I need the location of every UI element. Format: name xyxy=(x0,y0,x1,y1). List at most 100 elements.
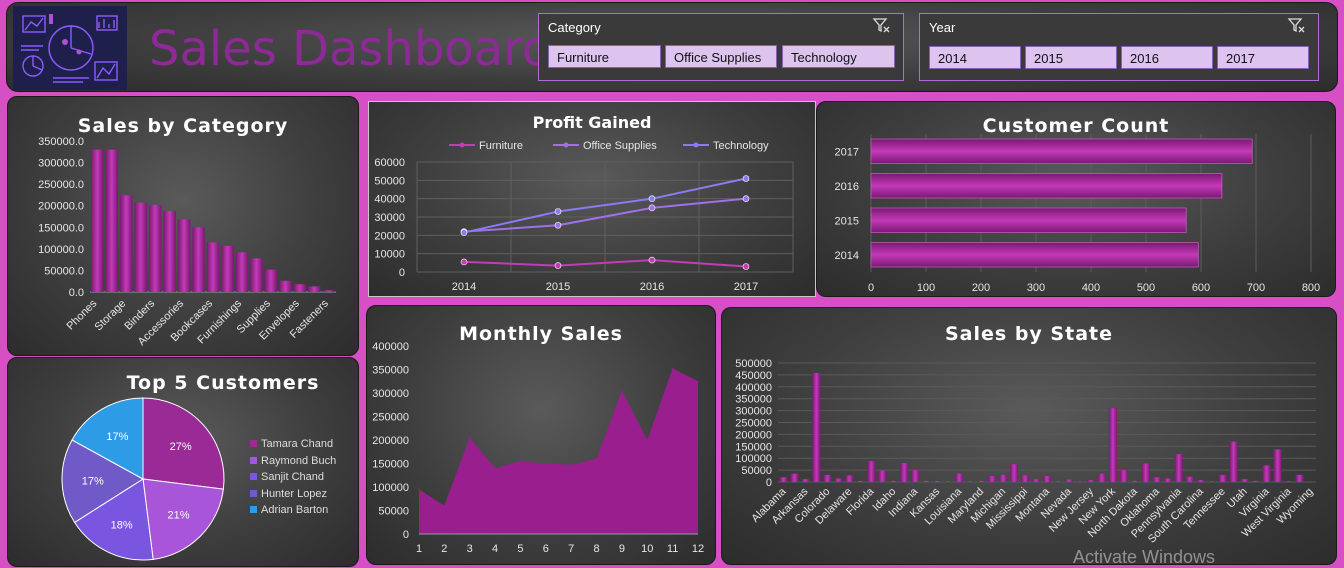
data-point xyxy=(545,462,547,465)
legend-label: Sanjit Chand xyxy=(261,471,324,483)
bar xyxy=(870,138,1253,164)
legend-entry: Tamara Chand xyxy=(250,438,333,450)
bar xyxy=(790,473,799,482)
bar xyxy=(812,372,821,482)
bar xyxy=(911,470,920,482)
data-point xyxy=(742,195,750,202)
y-tick-label: 100000 xyxy=(372,482,409,494)
bar xyxy=(1053,481,1062,482)
bar xyxy=(105,149,118,292)
x-tick-label: 100 xyxy=(917,282,935,294)
y-tick-label: 400000 xyxy=(735,382,772,394)
y-tick-label: 2014 xyxy=(835,250,859,262)
bar xyxy=(1130,480,1139,482)
category-option-technology[interactable]: Technology xyxy=(782,45,895,68)
y-tick-label: 150000 xyxy=(735,441,772,453)
year-option-2015[interactable]: 2015 xyxy=(1025,46,1117,69)
y-tick-label: 60000 xyxy=(374,157,405,169)
bar xyxy=(1251,480,1260,482)
y-tick-label: 10000 xyxy=(374,249,405,261)
x-tick-label: 200 xyxy=(972,282,990,294)
year-option-2014[interactable]: 2014 xyxy=(929,46,1021,69)
data-point xyxy=(570,464,572,466)
x-tick-label: 12 xyxy=(692,543,704,555)
x-tick-label: 500 xyxy=(1137,282,1155,294)
bar xyxy=(163,210,176,292)
legend-entry: Adrian Barton xyxy=(250,504,328,516)
x-tick-label: 10 xyxy=(641,543,653,555)
bar xyxy=(1043,476,1051,482)
slice-label: 17% xyxy=(106,431,128,443)
category-option-office-supplies[interactable]: Office Supplies xyxy=(665,45,777,68)
legend-label: Tamara Chand xyxy=(261,438,334,450)
data-point xyxy=(671,367,674,370)
bar xyxy=(856,480,865,482)
year-slicer[interactable]: Year 2014 2015 2016 2017 xyxy=(919,13,1319,81)
y-tick-label: 50000 xyxy=(374,175,405,187)
x-tick-label: 5 xyxy=(517,543,523,555)
data-point xyxy=(742,175,750,182)
bar xyxy=(1108,408,1117,482)
x-tick-label: 700 xyxy=(1247,282,1265,294)
y-tick-label: 250000 xyxy=(735,418,772,430)
profit-gained-chart: 0 10000 20000 30000 40000 50000 60000 2014 2015 2… xyxy=(374,140,794,293)
y-tick-label: 2016 xyxy=(835,181,859,193)
bar xyxy=(878,470,887,482)
category-option-furniture[interactable]: Furniture xyxy=(548,45,661,68)
year-slicer-label: Year xyxy=(929,20,956,35)
bar xyxy=(1284,481,1293,482)
bar xyxy=(1218,474,1227,482)
customer-count-chart: 0 100 200 300 400 500 600 700 800 2014 2015 2016 201… xyxy=(835,134,1320,294)
bar xyxy=(1152,477,1161,482)
sales-by-state-panel: Sales by State 0 50000 100000 150000 200000 2… xyxy=(721,307,1337,565)
bar xyxy=(801,479,810,482)
bar xyxy=(235,252,249,292)
x-tick-label: 6 xyxy=(543,543,549,555)
legend-swatch xyxy=(250,456,257,464)
bar xyxy=(1119,470,1128,482)
y-tick-label: 350000 xyxy=(735,394,772,406)
bar xyxy=(1229,441,1238,482)
y-tick-label: 250000 xyxy=(372,412,409,424)
data-point xyxy=(554,221,562,229)
legend-label: Furniture xyxy=(479,140,523,152)
bar xyxy=(221,245,234,292)
bar xyxy=(119,195,133,292)
data-point xyxy=(648,195,656,202)
year-option-2017[interactable]: 2017 xyxy=(1217,46,1309,69)
area-fill xyxy=(419,368,698,534)
x-tick-label: 2016 xyxy=(640,281,664,293)
category-slicer-label: Category xyxy=(548,20,601,35)
clear-filter-icon[interactable] xyxy=(872,18,891,37)
data-point xyxy=(418,488,420,491)
bar xyxy=(834,478,843,482)
slice-label: 18% xyxy=(111,519,133,531)
data-point xyxy=(595,458,598,460)
clear-filter-icon[interactable] xyxy=(1287,18,1306,37)
bar xyxy=(823,474,832,482)
legend-swatch xyxy=(250,473,257,480)
bar xyxy=(192,227,205,292)
bar xyxy=(999,474,1008,482)
data-point xyxy=(460,229,468,236)
legend-label: Office Supplies xyxy=(583,140,657,152)
profit-gained-panel: Profit Gained 0 10000 20000 30000 40000 50000… xyxy=(368,101,816,297)
y-tick-label: 150000 xyxy=(372,459,409,471)
bar xyxy=(900,462,909,482)
legend-label: Raymond Buch xyxy=(261,454,337,467)
bar xyxy=(134,202,147,292)
y-tick-label: 50000 xyxy=(378,506,409,518)
legend-entry: Sanjit Chand xyxy=(250,471,324,483)
bar xyxy=(206,242,220,292)
year-option-2016[interactable]: 2016 xyxy=(1121,46,1213,69)
bar xyxy=(1207,481,1216,482)
data-point xyxy=(648,256,656,264)
legend-marker xyxy=(693,142,699,148)
bar xyxy=(988,476,997,482)
y-tick-label: 350000 xyxy=(372,365,409,377)
y-tick-label: 200000 xyxy=(735,429,772,441)
category-slicer[interactable]: Category Furniture Office Supplies Techn… xyxy=(538,13,904,81)
legend-swatch xyxy=(250,440,257,447)
data-point xyxy=(646,439,649,441)
y-tick-label: 450000 xyxy=(735,370,772,382)
